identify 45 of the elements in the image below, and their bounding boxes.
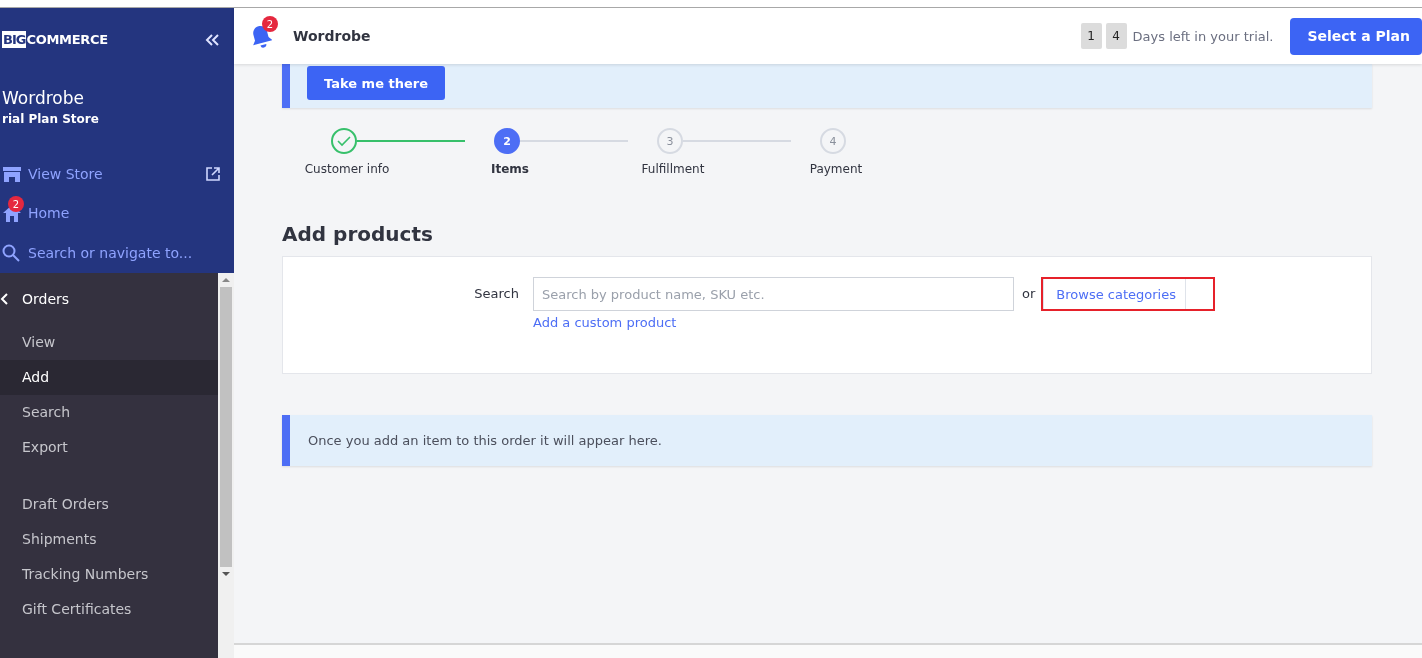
sidebar-item[interactable]: Search bbox=[0, 395, 218, 430]
day-counter: 1 bbox=[1080, 23, 1102, 49]
section-title: Add products bbox=[282, 222, 434, 246]
check-icon bbox=[337, 135, 351, 147]
search-icon bbox=[2, 244, 20, 263]
step-label: Customer info bbox=[303, 162, 391, 176]
storefront-icon bbox=[2, 165, 22, 182]
sidebar-item[interactable]: Shipments bbox=[0, 522, 218, 557]
scrollbar-thumb[interactable] bbox=[220, 287, 232, 567]
sidebar-item[interactable]: Tracking Numbers bbox=[0, 557, 218, 592]
sidebar-item[interactable]: Export bbox=[0, 430, 218, 465]
trial-text: Days left in your trial. bbox=[1132, 28, 1274, 44]
info-message: Once you add an item to this order it will appear here. bbox=[282, 415, 1372, 466]
sidebar-link[interactable]: Search or navigate to... bbox=[2, 233, 220, 273]
collapse-icon bbox=[204, 32, 220, 47]
section-header[interactable]: Orders bbox=[0, 273, 218, 325]
step-indicator: 3 bbox=[657, 128, 683, 154]
logo-text: COMMERCE bbox=[26, 32, 108, 48]
store-name: Wordrobe bbox=[293, 28, 371, 44]
notification-badge: 2 bbox=[8, 196, 24, 213]
external-link-icon bbox=[206, 166, 220, 181]
step-label: Items bbox=[490, 162, 530, 176]
store-name: Wordrobe bbox=[2, 87, 85, 108]
sidebar-item[interactable]: Add bbox=[0, 360, 218, 395]
select-plan-button[interactable]: Select a Plan bbox=[1290, 17, 1422, 55]
custom-product-link[interactable]: Add a custom product bbox=[533, 315, 677, 330]
step-indicator: 2 bbox=[494, 128, 520, 154]
step-label: Payment bbox=[808, 162, 864, 176]
notification-badge: 2 bbox=[262, 16, 278, 32]
step-label: Fulfillment bbox=[640, 162, 706, 176]
take-me-there-button[interactable]: Take me there bbox=[307, 66, 445, 100]
sidebar-link[interactable]: View Store bbox=[2, 153, 220, 194]
sidebar-item[interactable]: Gift Certificates bbox=[0, 592, 218, 627]
or-text: or bbox=[1022, 286, 1036, 301]
sidebar-link[interactable]: 2 Home bbox=[2, 193, 220, 234]
logo-mark: BIG bbox=[2, 31, 27, 49]
scrollbar[interactable] bbox=[218, 273, 234, 658]
search-label: Search bbox=[473, 286, 519, 301]
chevron-left-icon bbox=[0, 293, 8, 305]
step-indicator: 4 bbox=[820, 128, 846, 154]
store-plan: rial Plan Store bbox=[2, 111, 100, 126]
search-field[interactable]: Search by product name, SKU etc. bbox=[533, 277, 1014, 311]
day-counter: 4 bbox=[1105, 23, 1127, 49]
sidebar-item[interactable]: Draft Orders bbox=[0, 487, 218, 522]
sidebar-item[interactable]: View bbox=[0, 325, 218, 360]
